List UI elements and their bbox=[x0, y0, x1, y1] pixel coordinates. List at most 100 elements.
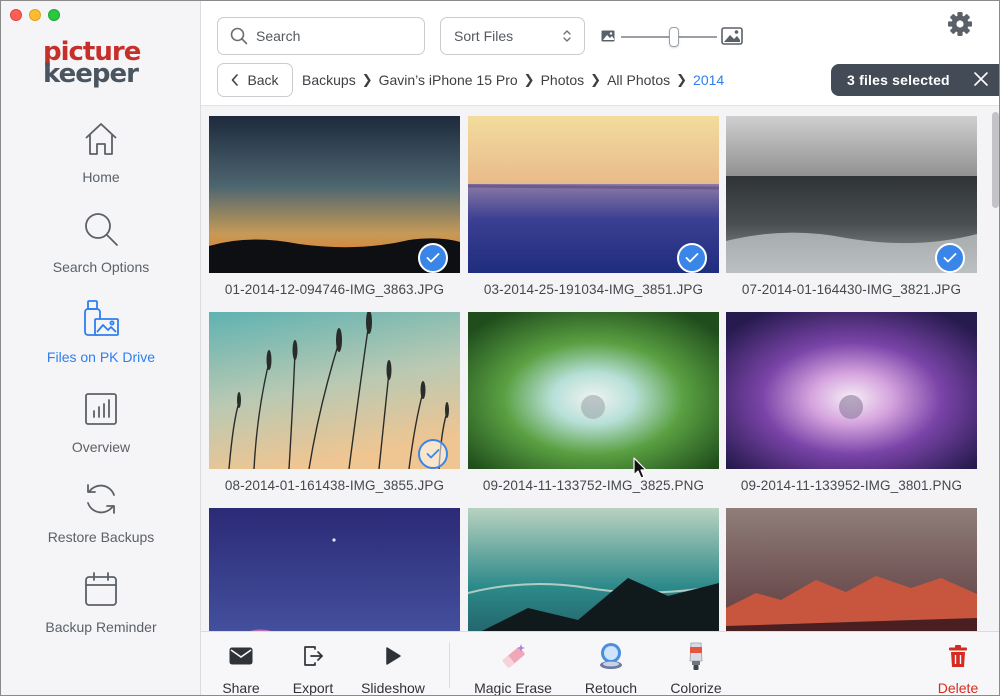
slider-thumb[interactable] bbox=[669, 27, 679, 47]
sort-files-label: Sort Files bbox=[454, 28, 514, 44]
calendar-icon bbox=[85, 572, 117, 606]
chevron-right-icon: ❯ bbox=[590, 72, 602, 87]
trash-icon bbox=[949, 645, 967, 667]
compact-mirror-icon bbox=[600, 643, 622, 669]
selected-check[interactable] bbox=[935, 243, 965, 273]
photo-tile[interactable]: 08-2014-01-161438-IMG_3855.JPG bbox=[209, 312, 460, 493]
app-logo: picture keeper bbox=[43, 39, 158, 91]
large-image-icon bbox=[721, 27, 743, 45]
sidebar-item-backup-reminder[interactable]: Backup Reminder bbox=[1, 565, 201, 655]
photo-tile[interactable] bbox=[468, 508, 719, 631]
photo-tile[interactable]: 07-2014-01-164430-IMG_3821.JPG bbox=[726, 116, 977, 297]
photo-thumbnail[interactable] bbox=[209, 116, 460, 273]
back-button[interactable]: Back bbox=[217, 63, 293, 97]
file-name: 09-2014-11-133752-IMG_3825.PNG bbox=[482, 478, 705, 493]
thumbnail-size-slider[interactable] bbox=[601, 27, 771, 47]
chevron-right-icon: ❯ bbox=[523, 72, 535, 87]
selected-check[interactable] bbox=[677, 243, 707, 273]
paint-tube-icon bbox=[689, 642, 703, 670]
sidebar-item-files-on-pk-drive[interactable]: Files on PK Drive bbox=[1, 295, 201, 385]
sidebar-item-overview[interactable]: Overview bbox=[1, 385, 201, 475]
toolbar-divider bbox=[449, 642, 450, 688]
toolbar-label: Magic Erase bbox=[474, 680, 552, 696]
photo-tile[interactable]: 09-2014-11-133952-IMG_3801.PNG bbox=[726, 312, 977, 493]
selected-check[interactable] bbox=[418, 243, 448, 273]
toolbar-label: Colorize bbox=[670, 680, 722, 696]
search-icon bbox=[85, 213, 118, 246]
photo-thumbnail[interactable] bbox=[209, 312, 460, 469]
file-name: 09-2014-11-133952-IMG_3801.PNG bbox=[740, 478, 963, 493]
breadcrumb-item[interactable]: Gavin’s iPhone 15 Pro bbox=[379, 72, 518, 88]
sidebar-item-home[interactable]: Home bbox=[1, 115, 201, 205]
checkmark-icon bbox=[685, 253, 699, 263]
colorize-button[interactable]: Colorize bbox=[665, 632, 727, 696]
toolbar-label: Retouch bbox=[584, 680, 638, 696]
updown-chevron-icon bbox=[563, 30, 571, 42]
toolbar-label: Delete bbox=[937, 680, 979, 696]
photo-tile[interactable]: 01-2014-12-094746-IMG_3863.JPG bbox=[209, 116, 460, 297]
play-icon bbox=[386, 647, 401, 665]
unselected-check[interactable] bbox=[418, 439, 448, 469]
breadcrumb-current: 2014 bbox=[693, 72, 725, 88]
main-content: Sort Files bbox=[201, 1, 999, 696]
toolbar-label: Export bbox=[292, 680, 334, 696]
retouch-button[interactable]: Retouch bbox=[579, 632, 643, 696]
close-window-button[interactable] bbox=[10, 9, 22, 21]
magic-erase-button[interactable]: Magic Erase bbox=[471, 632, 555, 696]
file-name: 08-2014-01-161438-IMG_3855.JPG bbox=[224, 478, 445, 493]
search-input[interactable] bbox=[256, 28, 406, 44]
checkmark-icon bbox=[943, 253, 957, 263]
photo-tile[interactable]: 09-2014-11-133752-IMG_3825.PNG bbox=[468, 312, 719, 493]
photo-thumbnail[interactable] bbox=[209, 508, 460, 631]
back-label: Back bbox=[247, 72, 279, 88]
chevron-left-icon bbox=[232, 74, 239, 86]
small-image-icon bbox=[601, 30, 615, 42]
bar-chart-icon bbox=[85, 393, 117, 425]
zoom-window-button[interactable] bbox=[48, 9, 60, 21]
app-window: picture keeper Home Search Options Files… bbox=[0, 0, 1000, 696]
sidebar-item-label: Home bbox=[82, 169, 120, 185]
photo-thumbnail[interactable] bbox=[468, 508, 719, 631]
breadcrumb: Backups ❯ Gavin’s iPhone 15 Pro ❯ Photos… bbox=[302, 72, 724, 88]
toolbar-label: Slideshow bbox=[361, 680, 425, 696]
export-icon bbox=[304, 646, 323, 666]
scrollbar[interactable] bbox=[992, 112, 999, 208]
sidebar-item-search-options[interactable]: Search Options bbox=[1, 205, 201, 295]
close-icon[interactable] bbox=[973, 71, 989, 87]
minimize-window-button[interactable] bbox=[29, 9, 41, 21]
sidebar-item-label: Search Options bbox=[52, 259, 150, 275]
photo-tile[interactable] bbox=[726, 508, 977, 631]
usb-drive-photo-icon bbox=[84, 300, 119, 336]
slideshow-button[interactable]: Slideshow bbox=[359, 632, 427, 696]
sort-files-dropdown[interactable]: Sort Files bbox=[440, 17, 585, 55]
sidebar-item-restore-backups[interactable]: Restore Backups bbox=[1, 475, 201, 565]
photo-thumbnail[interactable] bbox=[726, 312, 977, 469]
photo-tile[interactable]: 03-2014-25-191034-IMG_3851.JPG bbox=[468, 116, 719, 297]
share-button[interactable]: Share bbox=[221, 632, 261, 695]
photo-thumbnail[interactable] bbox=[726, 116, 977, 273]
photo-thumbnail[interactable] bbox=[726, 508, 977, 631]
breadcrumb-item[interactable]: Photos bbox=[541, 72, 585, 88]
top-toolbar: Sort Files bbox=[201, 1, 999, 105]
photo-thumbnail[interactable] bbox=[468, 312, 719, 469]
gear-icon[interactable] bbox=[947, 11, 973, 37]
checkmark-icon bbox=[426, 449, 440, 459]
envelope-icon bbox=[229, 647, 253, 665]
file-name: 03-2014-25-191034-IMG_3851.JPG bbox=[483, 282, 704, 297]
sidebar: picture keeper Home Search Options Files… bbox=[1, 1, 201, 695]
selection-badge: 3 files selected bbox=[831, 64, 999, 96]
selection-count-label: 3 files selected bbox=[847, 72, 950, 88]
window-controls bbox=[10, 9, 60, 21]
breadcrumb-item[interactable]: All Photos bbox=[607, 72, 670, 88]
photo-thumbnail[interactable] bbox=[468, 116, 719, 273]
breadcrumb-item[interactable]: Backups bbox=[302, 72, 356, 88]
sidebar-item-label: Restore Backups bbox=[47, 529, 155, 545]
sidebar-item-label: Files on PK Drive bbox=[46, 349, 156, 365]
chevron-right-icon: ❯ bbox=[676, 72, 688, 87]
photo-tile[interactable] bbox=[209, 508, 460, 631]
photo-grid: 01-2014-12-094746-IMG_3863.JPG 03-2014-2… bbox=[201, 105, 999, 631]
sidebar-item-label: Overview bbox=[71, 439, 131, 455]
search-box[interactable] bbox=[217, 17, 425, 55]
export-button[interactable]: Export bbox=[289, 632, 337, 696]
delete-button[interactable]: Delete bbox=[933, 632, 983, 696]
